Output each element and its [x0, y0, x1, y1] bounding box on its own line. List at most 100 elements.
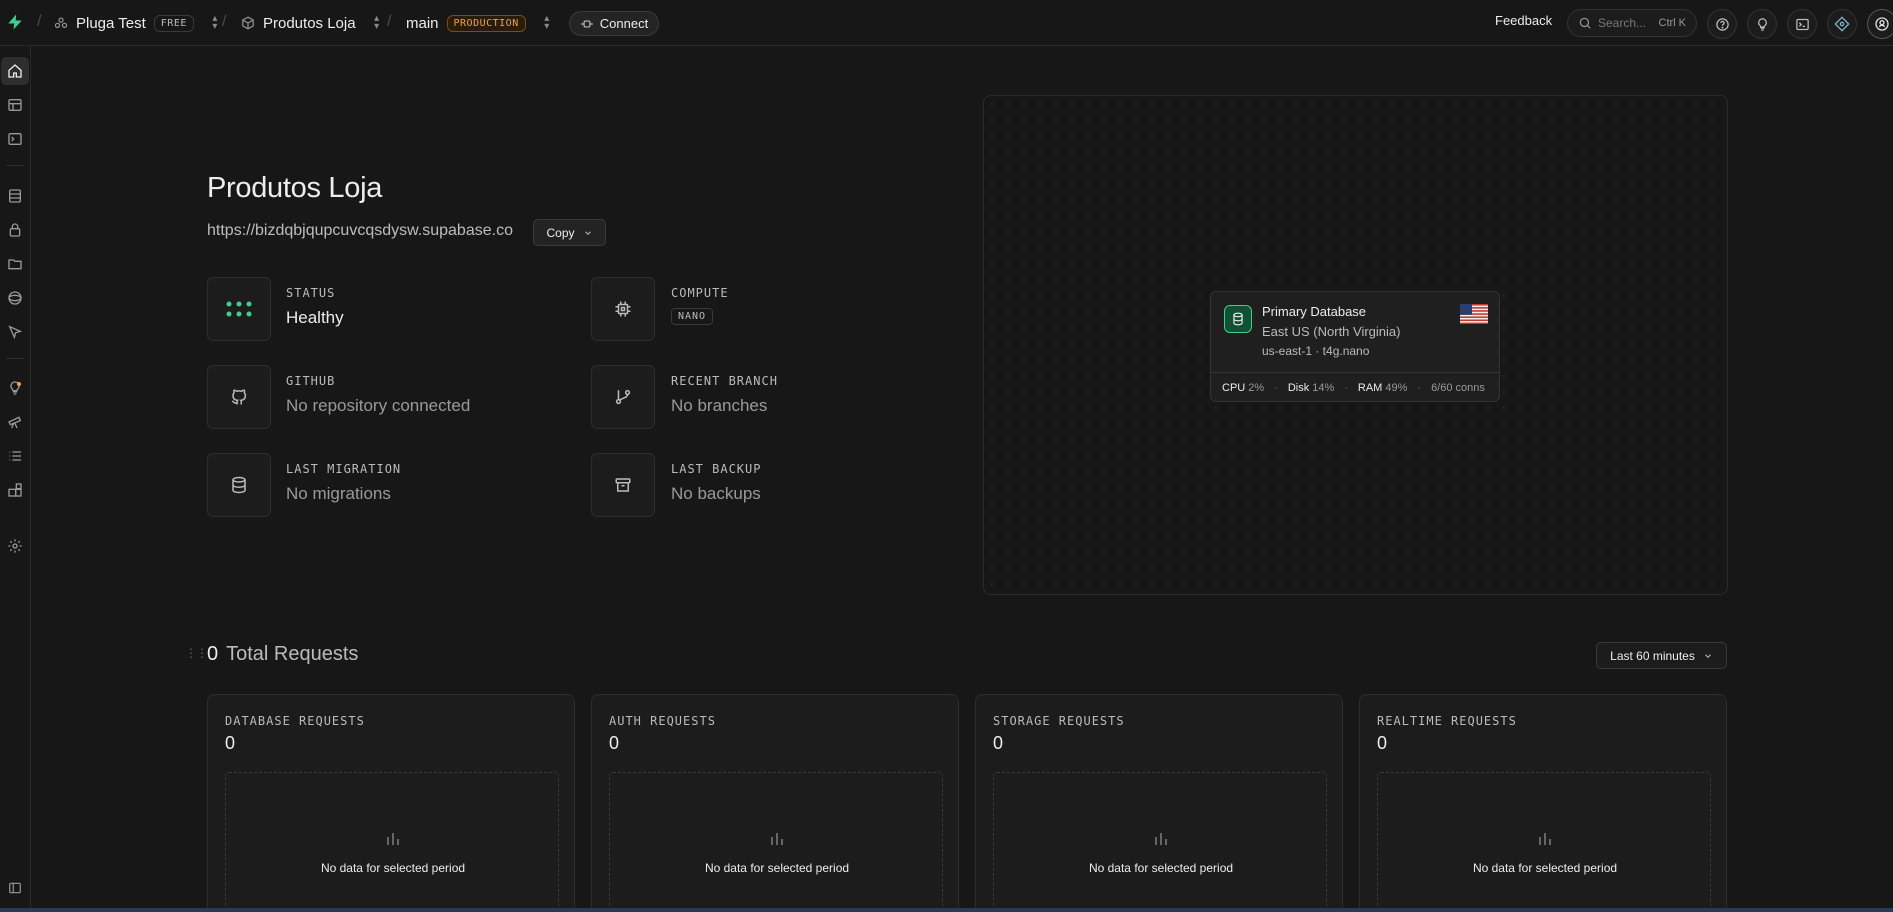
github-tile	[207, 365, 271, 429]
sidebar-item-logs[interactable]	[1, 442, 29, 470]
breadcrumb-separator: /	[387, 13, 392, 30]
production-badge: PRODUCTION	[446, 14, 526, 32]
feedback-button[interactable]: Feedback	[1495, 13, 1552, 28]
terminal-icon	[1795, 18, 1809, 30]
project-selector[interactable]: Produtos Loja ▴ ▾	[241, 0, 382, 46]
copy-url-button[interactable]: Copy	[533, 219, 606, 246]
search-icon	[1578, 16, 1592, 30]
folder-icon	[8, 259, 22, 270]
branch-selector[interactable]: main PRODUCTION ▴ ▾	[406, 0, 552, 46]
database-icon	[9, 189, 21, 203]
cpu-chip-icon	[615, 301, 631, 317]
sidebar-item-integrations[interactable]	[1, 476, 29, 504]
app-root: / Pluga Test FREE ▴ ▾ / Produtos Loja ▴ ▾ …	[0, 0, 1893, 912]
status-tile	[207, 277, 271, 341]
database-stats: CPU 2% · Disk 14% · RAM 49% · 6/60 conns	[1211, 372, 1501, 403]
sidebar-item-edge-functions[interactable]	[1, 318, 29, 346]
org-name: Pluga Test	[76, 14, 146, 32]
sidebar-item-sql-editor[interactable]	[1, 125, 29, 153]
sidebar-item-settings[interactable]	[1, 532, 29, 560]
github-label: GITHUB	[286, 374, 336, 388]
disk-value: 14%	[1312, 382, 1335, 394]
stats-separator: ·	[1344, 382, 1348, 394]
realtime-requests-card: REALTIME REQUESTS 0 No data for selected…	[1359, 694, 1727, 912]
backup-label: LAST BACKUP	[671, 462, 762, 476]
bottom-edge	[0, 908, 1893, 912]
no-data-message: No data for selected period	[320, 861, 466, 875]
sidebar-item-storage[interactable]	[1, 250, 29, 278]
stats-separator: ·	[1417, 382, 1422, 394]
sidebar-item-realtime[interactable]	[1, 284, 29, 312]
breadcrumb-separator: /	[222, 13, 227, 30]
project-url: https://bizdqbjqupcuvcqsdysw.supabase.co	[207, 222, 513, 239]
sidebar-item-database[interactable]	[1, 182, 29, 210]
ram-value: 49%	[1385, 382, 1408, 394]
total-requests-count: 0	[207, 643, 219, 665]
advisor-bulb-icon	[10, 381, 21, 395]
sidebar-divider	[6, 358, 24, 359]
user-avatar-button[interactable]	[1867, 9, 1893, 39]
org-selector[interactable]: Pluga Test FREE ▴ ▾	[54, 0, 220, 46]
search-input[interactable]: Search... Ctrl K	[1567, 9, 1697, 37]
avatar-icon	[1875, 17, 1889, 31]
auth-requests-card: AUTH REQUESTS 0 No data for selected per…	[591, 694, 959, 912]
request-card-label: DATABASE REQUESTS	[225, 714, 365, 728]
cpu-label: CPU	[1222, 382, 1246, 394]
sidebar-divider	[6, 165, 24, 166]
status-value: Healthy	[286, 308, 344, 327]
request-card-label: REALTIME REQUESTS	[1377, 714, 1517, 728]
branch-name: main	[406, 14, 439, 32]
database-icon	[1224, 305, 1252, 333]
recent-branch-label: RECENT BRANCH	[671, 374, 778, 388]
total-requests-heading: 0 Total Requests	[207, 643, 358, 666]
github-icon	[231, 389, 247, 405]
no-data-message: No data for selected period	[1088, 861, 1234, 875]
project-name: Produtos Loja	[263, 14, 356, 32]
sidebar-collapse-toggle[interactable]	[1, 874, 29, 902]
advisor-button[interactable]	[1747, 9, 1777, 39]
period-selector[interactable]: Last 60 minutes	[1596, 642, 1727, 669]
stats-separator: ·	[1274, 382, 1278, 394]
telescope-icon	[8, 416, 22, 429]
globe-icon	[8, 291, 22, 305]
sidebar-item-advisors[interactable]	[1, 374, 29, 402]
help-button[interactable]	[1707, 9, 1737, 39]
page-title: Produtos Loja	[207, 172, 383, 204]
connections-value: 6/60 conns	[1431, 382, 1485, 394]
help-icon	[1715, 17, 1729, 31]
supabase-logo-icon[interactable]	[4, 11, 26, 33]
bar-chart-icon	[1539, 833, 1551, 845]
primary-database-card[interactable]: Primary Database East US (North Virginia…	[1210, 291, 1501, 403]
sidebar-item-home[interactable]	[1, 57, 29, 85]
git-branch-icon	[615, 389, 631, 405]
connect-button[interactable]: Connect	[569, 11, 659, 36]
recent-branch-tile	[591, 365, 655, 429]
chevron-down-icon	[1703, 651, 1713, 661]
sidebar-item-observability[interactable]	[1, 408, 29, 436]
database-requests-card: DATABASE REQUESTS 0 No data for selected…	[207, 694, 575, 912]
gear-icon	[8, 539, 22, 553]
bar-chart-icon	[1155, 833, 1167, 845]
terminal-button[interactable]	[1787, 9, 1817, 39]
migration-label: LAST MIGRATION	[286, 462, 402, 476]
chevron-down-icon	[583, 228, 593, 238]
sidebar-item-auth[interactable]	[1, 216, 29, 244]
database-title: Primary Database	[1262, 304, 1367, 319]
no-data-message: No data for selected period	[704, 861, 850, 875]
request-card-value: 0	[993, 733, 1004, 753]
sql-terminal-icon	[8, 133, 22, 145]
chevron-up-down-icon: ▴ ▾	[212, 13, 218, 32]
lock-icon	[9, 223, 21, 237]
request-card-value: 0	[609, 733, 620, 753]
drag-handle-icon[interactable]: ⋮⋮	[185, 647, 208, 659]
status-label: STATUS	[286, 286, 336, 300]
backup-value: No backups	[671, 484, 761, 503]
sidebar	[0, 46, 31, 912]
search-shortcut: Ctrl K	[1658, 17, 1687, 29]
empty-chart-area: No data for selected period	[609, 772, 943, 912]
assistant-button[interactable]	[1827, 9, 1857, 39]
request-card-label: AUTH REQUESTS	[609, 714, 716, 728]
status-dots-icon	[226, 301, 252, 317]
empty-chart-area: No data for selected period	[993, 772, 1327, 912]
sidebar-item-table-editor[interactable]	[1, 91, 29, 119]
